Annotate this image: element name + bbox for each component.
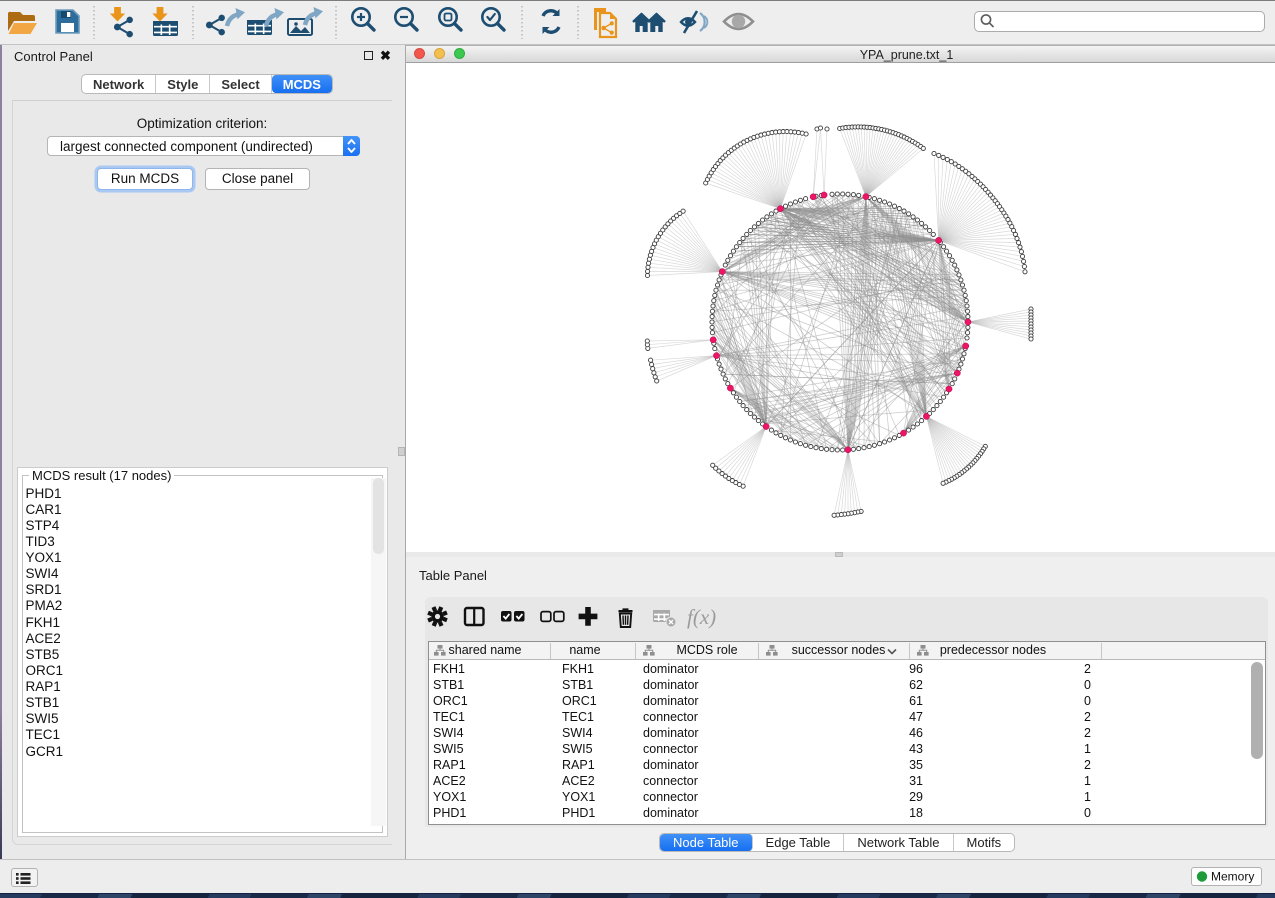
svg-text:f(x): f(x)	[687, 605, 716, 629]
svg-text:Memory: Memory	[1211, 870, 1254, 884]
